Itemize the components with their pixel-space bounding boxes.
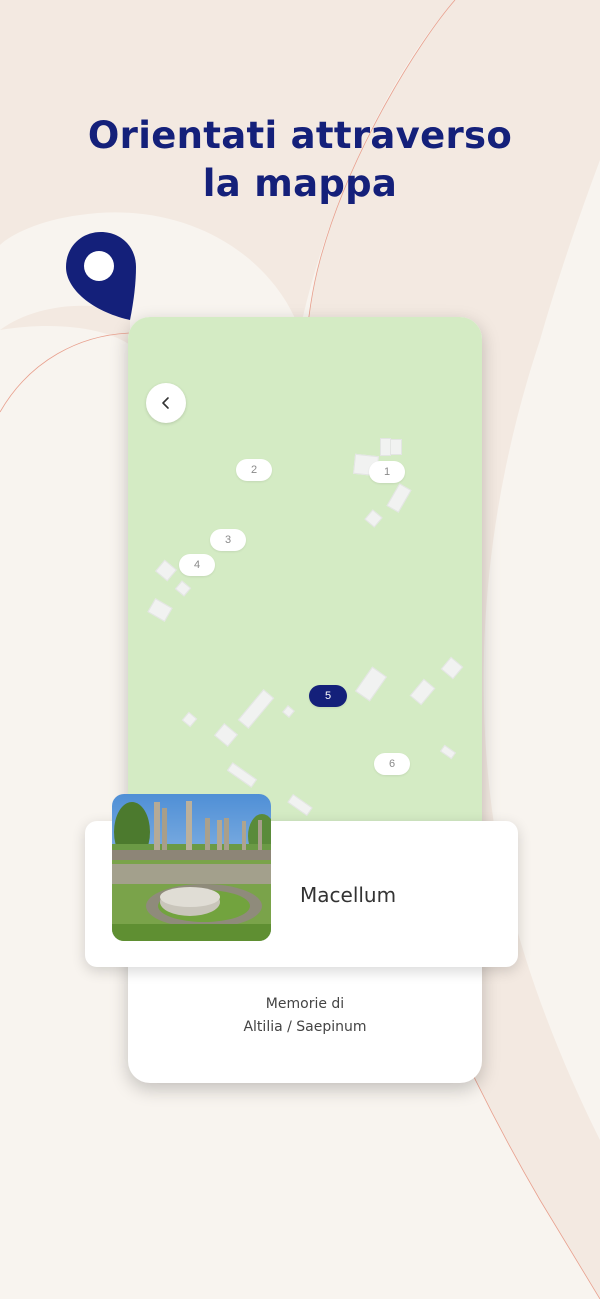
phone-screen: 1 2 3 4 5 6 Memorie di Altilia / Saepinu… <box>128 317 482 1083</box>
map-building <box>380 438 391 456</box>
map-view[interactable]: 1 2 3 4 5 6 <box>128 317 482 837</box>
map-building <box>364 509 383 528</box>
map-building <box>282 705 295 718</box>
back-button[interactable] <box>146 383 186 423</box>
headline: Orientati attraverso la mappa <box>0 112 600 208</box>
map-building <box>355 666 387 702</box>
map-marker-5[interactable]: 5 <box>309 685 347 707</box>
poi-photo <box>112 794 271 941</box>
map-building <box>390 439 402 455</box>
map-building <box>287 794 313 816</box>
map-building <box>147 598 173 622</box>
map-marker-label: 5 <box>324 690 332 702</box>
location-pin-icon <box>66 232 136 320</box>
map-building <box>181 711 198 728</box>
map-marker-6[interactable]: 6 <box>374 753 410 775</box>
map-marker-label: 4 <box>193 559 201 571</box>
map-building <box>155 559 177 582</box>
footer-text: Memorie di Altilia / Saepinum <box>128 993 482 1039</box>
map-building <box>440 656 464 680</box>
map-building <box>386 483 412 513</box>
map-marker-3[interactable]: 3 <box>210 529 246 551</box>
poi-card-title: Macellum <box>300 883 397 907</box>
map-building <box>213 723 239 747</box>
map-building <box>409 678 436 706</box>
map-building <box>226 762 258 788</box>
map-marker-label: 1 <box>383 466 391 478</box>
headline-line-1: Orientati attraverso <box>87 114 513 157</box>
footer-line-1: Memorie di <box>265 996 345 1012</box>
map-marker-label: 3 <box>224 534 232 546</box>
map-marker-label: 2 <box>250 464 258 476</box>
headline-line-2: la mappa <box>202 162 398 205</box>
map-building <box>439 744 457 760</box>
map-marker-1[interactable]: 1 <box>369 461 405 483</box>
map-building <box>174 580 192 597</box>
map-marker-4[interactable]: 4 <box>179 554 215 576</box>
chevron-left-icon <box>162 397 169 409</box>
footer-line-2: Altilia / Saepinum <box>243 1019 367 1035</box>
map-building <box>237 689 275 729</box>
map-marker-label: 6 <box>388 758 396 770</box>
map-marker-2[interactable]: 2 <box>236 459 272 481</box>
